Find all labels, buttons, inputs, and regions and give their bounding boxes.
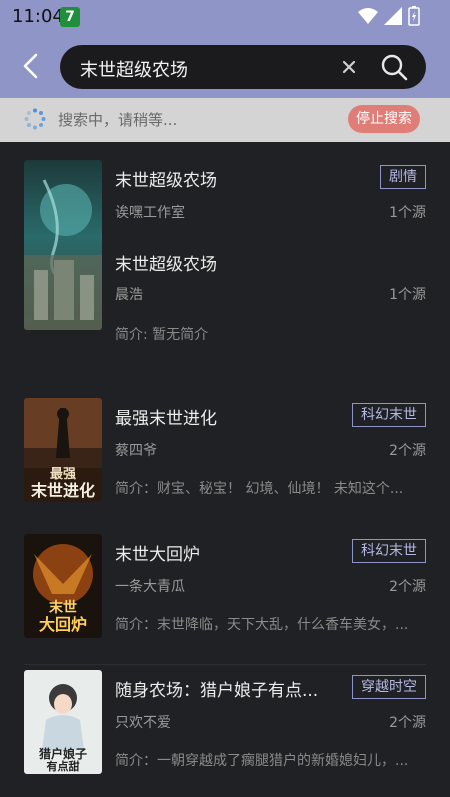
system-icons <box>358 6 420 26</box>
list-item[interactable]: 猎户娘子 有点甜 随身农场：猎户娘子有点... 穿越时空 只欢不爱 2个源 简介… <box>0 670 450 797</box>
search-header: 末世超级农场 <box>0 34 450 98</box>
book-cover: 末世 大回炉 <box>24 534 102 638</box>
svg-text:猎户娘子: 猎户娘子 <box>39 746 87 761</box>
search-results-list: 末世超级农场 剧情 诶嘿工作室 1个源 末世超级农场 晨浩 1个源 简介: 暂无… <box>0 142 450 797</box>
book-genre-tag: 剧情 <box>380 165 426 189</box>
book-author: 诶嘿工作室 <box>115 205 185 221</box>
book-author: 一条大青瓜 <box>115 579 185 595</box>
status-bar: 11:04 7 <box>0 0 450 34</box>
book-author: 晨浩 <box>115 287 143 303</box>
svg-text:有点甜: 有点甜 <box>47 759 80 773</box>
loading-spinner-icon <box>24 108 46 130</box>
stop-search-button[interactable]: 停止搜索 <box>348 105 420 133</box>
wifi-icon <box>358 8 378 24</box>
status-time: 11:04 <box>12 6 64 27</box>
book-intro: 简介：财宝、秘宝！ 幻境、仙境！ 未知这个... <box>115 481 404 497</box>
book-intro: 简介: 暂无简介 <box>115 327 209 343</box>
book-title: 最强末世进化 <box>115 409 217 429</box>
book-intro: 简介：末世降临，天下大乱，什么香车美女，... <box>115 617 409 633</box>
back-icon[interactable] <box>16 50 48 82</box>
book-title: 末世超级农场 <box>115 255 217 275</box>
book-genre-tag: 科幻末世 <box>352 403 426 427</box>
svg-text:大回炉: 大回炉 <box>39 615 87 634</box>
search-progress-bar: 搜索中，请稍等... 停止搜索 <box>0 98 450 142</box>
book-source-count: 1个源 <box>389 287 426 303</box>
book-source-count: 2个源 <box>389 443 426 459</box>
book-title: 随身农场：猎户娘子有点... <box>115 681 319 701</box>
book-source-count: 2个源 <box>389 715 426 731</box>
book-source-count: 1个源 <box>389 205 426 221</box>
book-title: 末世大回炉 <box>115 545 200 565</box>
search-query[interactable]: 末世超级农场 <box>80 56 188 82</box>
divider <box>24 664 426 665</box>
search-input[interactable]: 末世超级农场 <box>60 45 426 89</box>
svg-text:最强: 最强 <box>50 467 76 482</box>
battery-icon <box>408 6 420 26</box>
loading-text: 搜索中，请稍等... <box>58 111 178 129</box>
book-cover: 最强 末世进化 <box>24 398 102 502</box>
book-author: 只欢不爱 <box>115 715 171 731</box>
list-item[interactable]: 末世 大回炉 末世大回炉 科幻末世 一条大青瓜 2个源 简介：末世降临，天下大乱… <box>0 534 450 670</box>
book-source-count: 2个源 <box>389 579 426 595</box>
svg-text:末世: 末世 <box>49 599 77 616</box>
svg-text:末世进化: 末世进化 <box>31 481 95 500</box>
book-title: 末世超级农场 <box>115 171 217 191</box>
search-icon[interactable] <box>380 53 408 81</box>
list-item[interactable]: 末世超级农场 剧情 诶嘿工作室 1个源 末世超级农场 晨浩 1个源 简介: 暂无… <box>0 160 450 360</box>
book-genre-tag: 科幻末世 <box>352 539 426 563</box>
notification-icon: 7 <box>60 7 80 27</box>
book-genre-tag: 穿越时空 <box>352 675 426 699</box>
book-cover: 猎户娘子 有点甜 <box>24 670 102 774</box>
book-intro: 简介：一朝穿越成了瘸腿猎户的新婚媳妇儿，... <box>115 753 409 769</box>
book-cover <box>24 160 102 330</box>
list-item[interactable]: 最强 末世进化 最强末世进化 科幻末世 蔡四爷 2个源 简介：财宝、秘宝！ 幻境… <box>0 398 450 534</box>
clear-icon[interactable] <box>338 56 360 78</box>
signal-icon <box>384 7 402 25</box>
book-author: 蔡四爷 <box>115 443 157 459</box>
